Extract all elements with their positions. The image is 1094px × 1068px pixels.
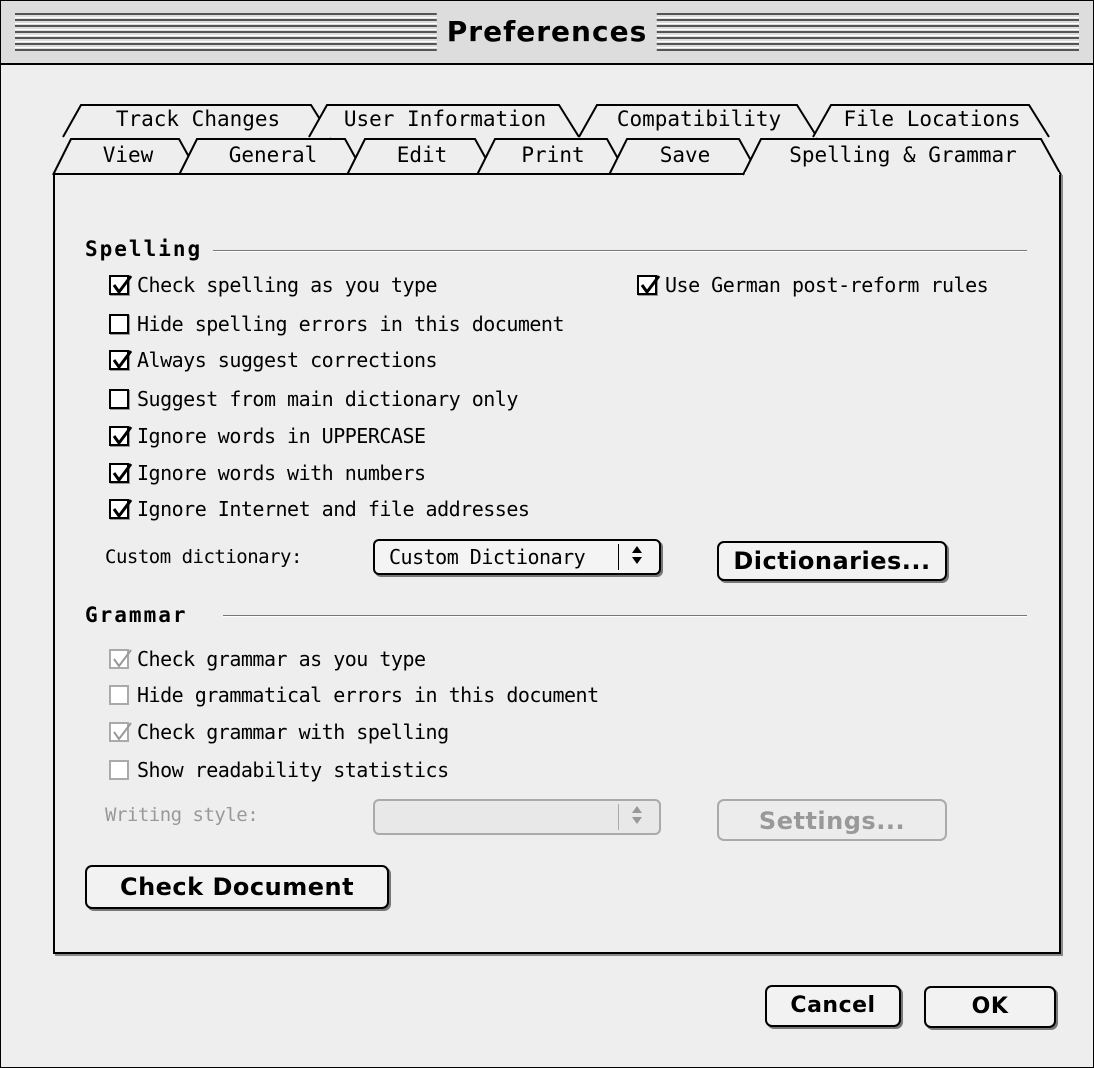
tab-label: Spelling & Grammar: [789, 143, 1017, 167]
custom-dictionary-popup[interactable]: Custom Dictionary: [373, 539, 661, 575]
checkmark-icon: [112, 426, 133, 446]
tab-spelling-grammar[interactable]: Spelling & Grammar: [742, 137, 1063, 178]
tab-general[interactable]: General: [178, 137, 367, 177]
check-grammar-with-spelling-checkbox[interactable]: Check grammar with spelling: [109, 718, 449, 746]
preferences-window: Preferences Track Changes User Informati…: [0, 0, 1094, 1068]
checkbox-box: [109, 389, 129, 409]
grammar-divider: [223, 615, 1027, 617]
tab-edit[interactable]: Edit: [346, 137, 497, 177]
updown-arrows-icon: [623, 803, 651, 834]
always-suggest-corrections-checkbox[interactable]: Always suggest corrections: [109, 346, 438, 374]
hide-spelling-errors-checkbox[interactable]: Hide spelling errors in this document: [109, 310, 565, 338]
popup-separator: [618, 804, 619, 830]
hide-grammatical-errors-checkbox[interactable]: Hide grammatical errors in this document: [109, 681, 599, 709]
grammar-heading: Grammar: [85, 603, 188, 627]
checkbox-label: Ignore words in UPPERCASE: [137, 424, 426, 448]
writing-style-popup[interactable]: [373, 799, 661, 835]
checkbox-label: Ignore words with numbers: [137, 461, 426, 485]
checkmark-icon: [113, 649, 132, 668]
checkbox-box: [109, 426, 133, 446]
checkmark-icon: [112, 463, 133, 483]
checkbox-label: Suggest from main dictionary only: [137, 387, 518, 411]
checkbox-box: [109, 649, 132, 669]
checkbox-label: Check grammar as you type: [137, 647, 426, 671]
custom-dictionary-label: Custom dictionary:: [105, 546, 302, 568]
popup-value: Custom Dictionary: [389, 545, 586, 569]
ok-button[interactable]: OK: [924, 986, 1056, 1028]
ignore-uppercase-checkbox[interactable]: Ignore words in UPPERCASE: [109, 422, 426, 450]
checkbox-label: Show readability statistics: [137, 758, 449, 782]
checkmark-icon: [112, 350, 133, 370]
spelling-divider: [213, 250, 1027, 252]
show-readability-statistics-checkbox[interactable]: Show readability statistics: [109, 756, 449, 784]
checkbox-box: [109, 463, 133, 483]
checkmark-icon: [640, 275, 661, 295]
checkbox-label: Hide spelling errors in this document: [137, 312, 565, 336]
tab-label: File Locations: [843, 107, 1021, 131]
tab-save[interactable]: Save: [608, 137, 761, 177]
tab-print[interactable]: Print: [476, 137, 629, 177]
check-grammar-as-you-type-checkbox[interactable]: Check grammar as you type: [109, 645, 426, 673]
checkbox-label: Check spelling as you type: [137, 273, 438, 297]
cancel-button[interactable]: Cancel: [765, 985, 901, 1027]
updown-arrows-icon: [623, 543, 651, 574]
tab-label: Print: [521, 143, 585, 167]
checkbox-box: [109, 685, 129, 705]
checkmark-icon: [112, 275, 133, 295]
checkbox-label: Use German post-reform rules: [665, 273, 989, 297]
dictionaries-button[interactable]: Dictionaries...: [717, 541, 947, 581]
checkmark-icon: [113, 722, 132, 741]
checkbox-box: [109, 314, 129, 334]
checkbox-label: Always suggest corrections: [137, 348, 438, 372]
tab-label: Save: [659, 143, 711, 167]
checkbox-label: Hide grammatical errors in this document: [137, 683, 599, 707]
checkbox-label: Check grammar with spelling: [137, 720, 449, 744]
tab-label: Compatibility: [616, 107, 782, 131]
tab-label: Edit: [396, 143, 448, 167]
check-spelling-as-you-type-checkbox[interactable]: Check spelling as you type: [109, 271, 438, 299]
checkmark-icon: [112, 499, 133, 519]
checkbox-label: Ignore Internet and file addresses: [137, 497, 530, 521]
suggest-main-dictionary-only-checkbox[interactable]: Suggest from main dictionary only: [109, 385, 518, 413]
writing-style-label: Writing style:: [105, 804, 259, 826]
settings-button[interactable]: Settings...: [717, 799, 947, 841]
ignore-internet-addresses-checkbox[interactable]: Ignore Internet and file addresses: [109, 495, 530, 523]
checkbox-box: [109, 499, 133, 519]
checkbox-box: [109, 722, 132, 742]
window-title: Preferences: [436, 11, 658, 53]
title-bar[interactable]: Preferences: [1, 1, 1093, 65]
tab-label: Track Changes: [115, 107, 281, 131]
tab-label: User Information: [343, 107, 547, 131]
checkbox-box: [637, 275, 661, 295]
ignore-numbers-checkbox[interactable]: Ignore words with numbers: [109, 459, 426, 487]
checkbox-box: [109, 760, 129, 780]
spelling-heading: Spelling: [85, 237, 203, 261]
check-document-button[interactable]: Check Document: [85, 865, 389, 909]
german-post-reform-checkbox[interactable]: Use German post-reform rules: [637, 271, 989, 299]
checkbox-box: [109, 275, 133, 295]
checkbox-box: [109, 350, 133, 370]
tab-label: General: [228, 143, 318, 167]
popup-separator: [618, 544, 619, 570]
